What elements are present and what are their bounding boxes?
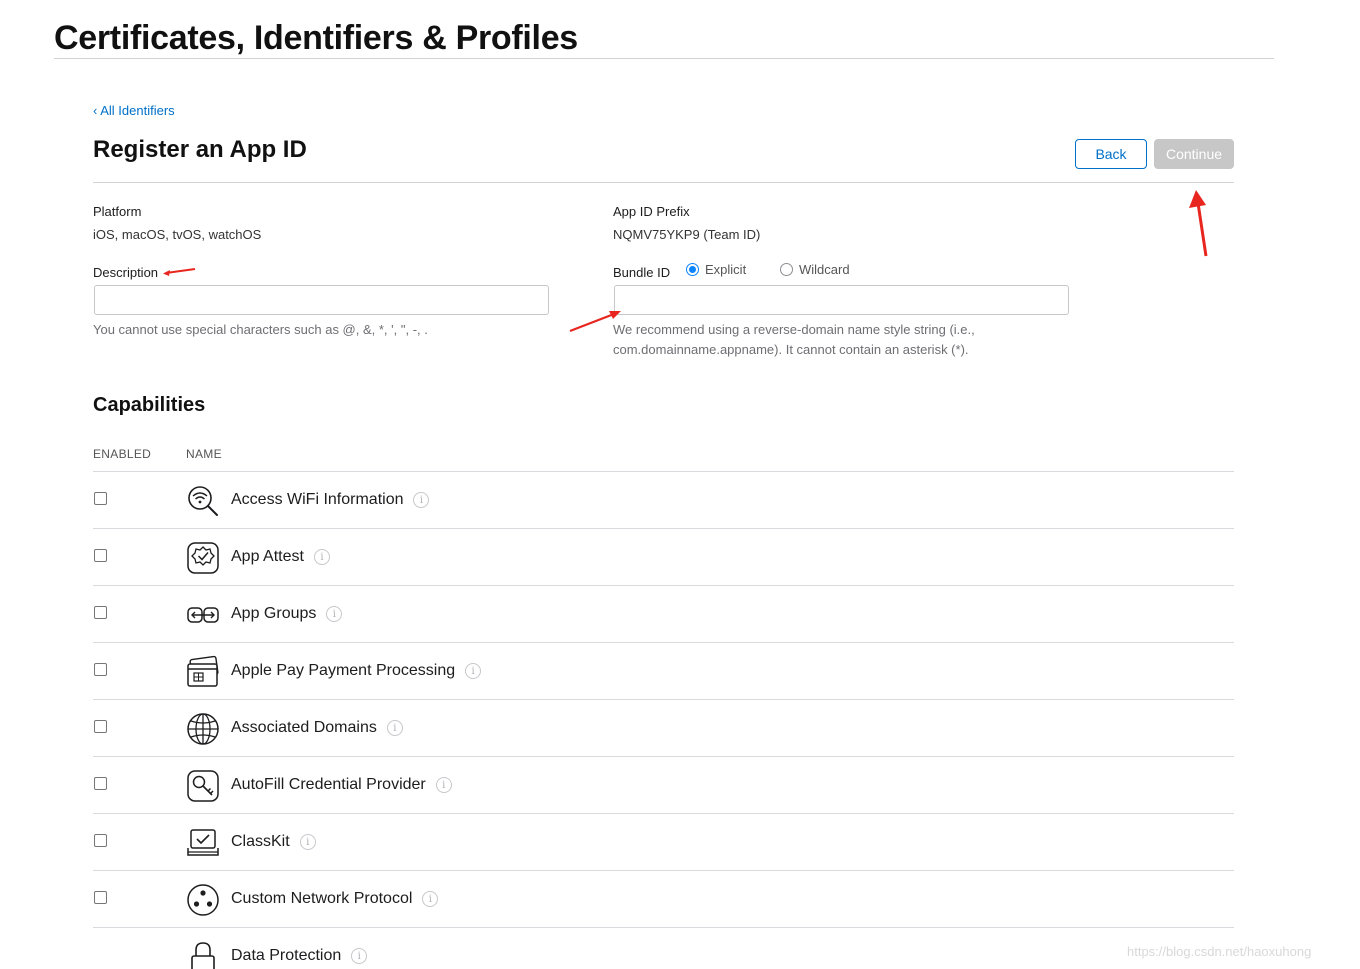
info-icon[interactable]: i <box>351 948 368 964</box>
info-icon[interactable]: i <box>465 663 482 679</box>
capability-checkbox[interactable] <box>94 606 107 619</box>
network-dots-icon <box>187 884 219 916</box>
capabilities-title: Capabilities <box>93 394 206 416</box>
explicit-radio-label: Explicit <box>705 262 747 277</box>
wildcard-radio-label: Wildcard <box>799 262 850 277</box>
explicit-radio[interactable] <box>686 263 699 276</box>
column-header-name: NAME <box>186 447 222 461</box>
description-hint: You cannot use special characters such a… <box>93 322 428 337</box>
capability-name: Associated Domains i <box>231 719 403 737</box>
back-button[interactable]: Back <box>1075 139 1147 169</box>
bundle-id-hint-line1: We recommend using a reverse-domain name… <box>613 322 975 337</box>
capability-checkbox[interactable] <box>94 891 107 904</box>
capability-name: App Groups i <box>231 605 343 623</box>
watermark: https://blog.csdn.net/haoxuhong <box>1127 944 1312 959</box>
capability-row: ClassKit i <box>93 813 1234 870</box>
info-icon[interactable]: i <box>326 606 343 622</box>
column-header-enabled: ENABLED <box>93 447 152 461</box>
capability-checkbox[interactable] <box>94 720 107 733</box>
capability-name: AutoFill Credential Provider i <box>231 776 452 794</box>
capability-name: Access WiFi Information i <box>231 491 430 509</box>
capability-row: Custom Network Protocol i <box>93 870 1234 927</box>
info-icon[interactable]: i <box>435 777 452 793</box>
capability-checkbox[interactable] <box>94 492 107 505</box>
bundle-id-label: Bundle ID <box>613 265 671 280</box>
capability-row: AutoFill Credential Provider i <box>93 756 1234 813</box>
capability-name: Data Protection i <box>231 947 368 965</box>
capability-checkbox[interactable] <box>94 663 107 676</box>
info-icon[interactable]: i <box>313 549 330 565</box>
wildcard-radio[interactable] <box>780 263 793 276</box>
explicit-radio-option[interactable]: Explicit <box>686 262 746 277</box>
annotation-arrow-description <box>165 268 196 274</box>
page-title: Certificates, Identifiers & Profiles <box>54 19 578 57</box>
capability-name: App Attest i <box>231 548 330 566</box>
app-groups-icon <box>187 607 219 623</box>
capability-row: App Groups i <box>93 585 1234 642</box>
capability-name: Custom Network Protocol i <box>231 890 439 908</box>
capability-name: Apple Pay Payment Processing i <box>231 662 482 680</box>
annotation-arrow-bundle-id <box>569 312 615 333</box>
capability-checkbox[interactable] <box>94 777 107 790</box>
info-icon[interactable]: i <box>413 492 430 508</box>
bundle-id-hint-line2: com.domainname.appname). It cannot conta… <box>613 342 969 357</box>
lock-icon <box>191 942 215 969</box>
capability-row: Associated Domains i <box>93 699 1234 756</box>
key-icon <box>187 770 219 802</box>
capability-checkbox[interactable] <box>94 549 107 562</box>
section-divider <box>93 182 1234 183</box>
info-icon[interactable]: i <box>299 834 316 850</box>
description-input[interactable] <box>94 285 549 315</box>
app-id-prefix-label: App ID Prefix <box>613 204 690 219</box>
info-icon[interactable]: i <box>422 891 439 907</box>
breadcrumb-all-identifiers[interactable]: ‹ All Identifiers <box>93 103 175 118</box>
credit-card-icon <box>187 655 219 687</box>
bundle-id-input[interactable] <box>614 285 1069 315</box>
capability-checkbox[interactable] <box>94 834 107 847</box>
capability-row: App Attest i <box>93 528 1234 585</box>
classkit-icon <box>187 829 219 856</box>
platform-value: iOS, macOS, tvOS, watchOS <box>93 227 262 242</box>
wildcard-radio-option[interactable]: Wildcard <box>780 262 850 277</box>
capability-row: Data Protection i <box>93 927 1234 969</box>
description-label: Description <box>93 265 159 280</box>
info-icon[interactable]: i <box>386 720 403 736</box>
capability-row: Access WiFi Information i <box>93 471 1234 528</box>
capability-row: Apple Pay Payment Processing i <box>93 642 1234 699</box>
page-header: Certificates, Identifiers & Profiles <box>54 14 1274 59</box>
annotation-arrow-continue <box>1196 202 1208 257</box>
app-id-prefix-value: NQMV75YKP9 (Team ID) <box>613 227 761 242</box>
globe-icon <box>187 713 219 745</box>
wifi-search-icon <box>188 486 218 516</box>
continue-button[interactable]: Continue <box>1154 139 1234 169</box>
section-title: Register an App ID <box>93 136 307 163</box>
platform-label: Platform <box>93 204 142 219</box>
capability-name: ClassKit i <box>231 833 316 851</box>
badge-check-icon <box>187 542 219 574</box>
